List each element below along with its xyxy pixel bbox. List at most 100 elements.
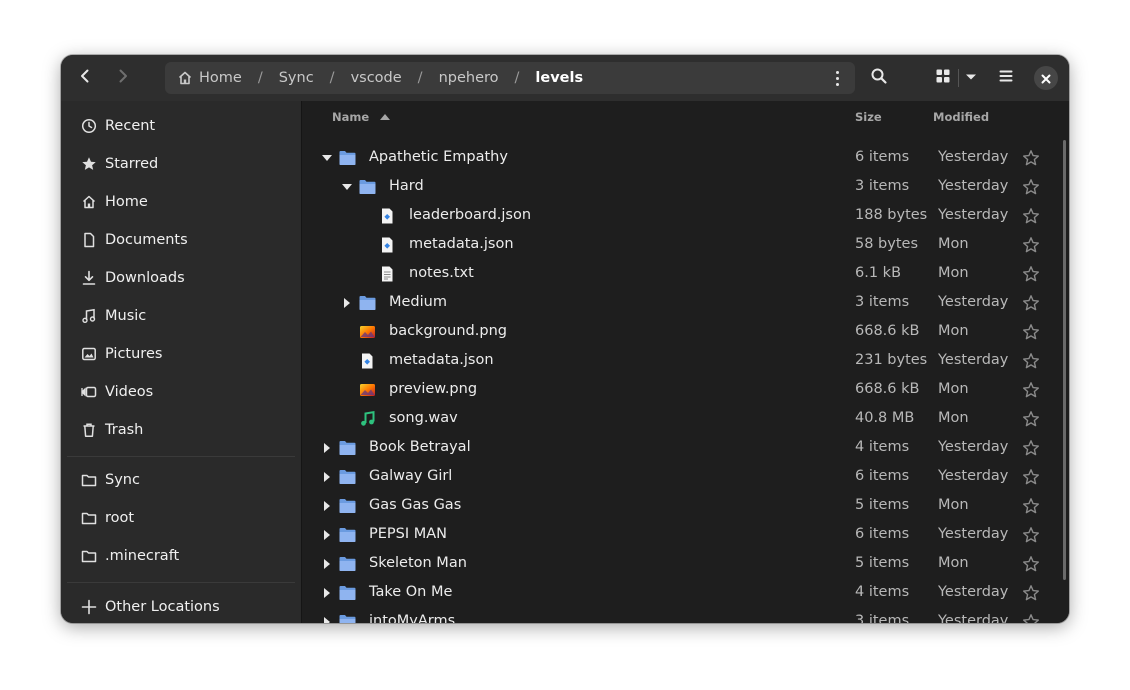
star-toggle-icon[interactable]: [1022, 555, 1040, 573]
scrollbar[interactable]: [1063, 140, 1066, 580]
expander-closed-icon[interactable]: [321, 616, 333, 623]
folder-icon: [339, 469, 356, 485]
sidebar-item-music[interactable]: Music: [61, 297, 301, 335]
file-row[interactable]: metadata.json 231 bytes Yesterday: [302, 347, 1062, 376]
path-menu-button[interactable]: [827, 68, 847, 88]
sidebar-item-minecraft[interactable]: .minecraft: [61, 537, 301, 575]
star-toggle-icon[interactable]: [1022, 149, 1040, 167]
sidebar-item-starred[interactable]: Starred: [61, 145, 301, 183]
file-row[interactable]: metadata.json 58 bytes Mon: [302, 231, 1062, 260]
column-header-size[interactable]: Size: [855, 110, 882, 124]
sidebar-item-trash[interactable]: Trash: [61, 411, 301, 449]
grid-view-button[interactable]: [928, 63, 958, 93]
column-header-modified[interactable]: Modified: [933, 110, 989, 124]
star-toggle-icon[interactable]: [1022, 526, 1040, 544]
expander-closed-icon[interactable]: [321, 529, 333, 541]
main-menu-button[interactable]: [991, 63, 1021, 93]
expander-open-icon[interactable]: [341, 181, 353, 193]
file-size: 5 items: [855, 555, 910, 571]
star-toggle-icon[interactable]: [1022, 468, 1040, 486]
file-row[interactable]: preview.png 668.6 kB Mon: [302, 376, 1062, 405]
expander-closed-icon[interactable]: [321, 500, 333, 512]
expander-closed-icon[interactable]: [321, 471, 333, 483]
sidebar-item-label: Starred: [105, 156, 159, 172]
star-toggle-icon[interactable]: [1022, 497, 1040, 515]
file-size: 668.6 kB: [855, 381, 920, 397]
folder-icon: [339, 440, 356, 456]
document-icon: [81, 232, 97, 248]
file-name: Galway Girl: [369, 468, 453, 484]
folder-row[interactable]: Skeleton Man 5 items Mon: [302, 550, 1062, 579]
file-row[interactable]: background.png 668.6 kB Mon: [302, 318, 1062, 347]
star-toggle-icon[interactable]: [1022, 265, 1040, 283]
folder-row[interactable]: intoMyArms 3 items Yesterday: [302, 608, 1062, 623]
star-toggle-icon[interactable]: [1022, 323, 1040, 341]
sidebar-item-root[interactable]: root: [61, 499, 301, 537]
sidebar-item-downloads[interactable]: Downloads: [61, 259, 301, 297]
star-toggle-icon[interactable]: [1022, 207, 1040, 225]
file-modified: Mon: [938, 265, 969, 281]
file-modified: Yesterday: [938, 468, 1009, 484]
file-name: leaderboard.json: [409, 207, 532, 223]
star-toggle-icon[interactable]: [1022, 410, 1040, 428]
folder-row[interactable]: Hard 3 items Yesterday: [302, 173, 1062, 202]
back-button[interactable]: [70, 63, 100, 93]
folder-row[interactable]: Gas Gas Gas 5 items Mon: [302, 492, 1062, 521]
breadcrumb-home[interactable]: Home: [165, 70, 250, 86]
file-row[interactable]: notes.txt 6.1 kB Mon: [302, 260, 1062, 289]
sidebar-item-label: .minecraft: [105, 548, 180, 564]
sidebar-item-videos[interactable]: Videos: [61, 373, 301, 411]
folder-row[interactable]: Book Betrayal 4 items Yesterday: [302, 434, 1062, 463]
expander-closed-icon[interactable]: [321, 587, 333, 599]
expander-closed-icon[interactable]: [321, 558, 333, 570]
star-toggle-icon[interactable]: [1022, 439, 1040, 457]
breadcrumb-vscode[interactable]: vscode: [343, 70, 410, 86]
file-size: 3 items: [855, 294, 910, 310]
sidebar-item-recent[interactable]: Recent: [61, 107, 301, 145]
star-icon: [81, 156, 97, 172]
file-modified: Mon: [938, 381, 969, 397]
star-toggle-icon[interactable]: [1022, 381, 1040, 399]
sidebar-item-sync[interactable]: Sync: [61, 461, 301, 499]
star-toggle-icon[interactable]: [1022, 294, 1040, 312]
folder-row[interactable]: Take On Me 4 items Yesterday: [302, 579, 1062, 608]
file-name: Take On Me: [369, 584, 453, 600]
plus-icon: [81, 599, 97, 615]
breadcrumb-levels[interactable]: levels: [527, 70, 591, 86]
sidebar-item-other-locations[interactable]: Other Locations: [61, 588, 301, 623]
folder-row[interactable]: PEPSI MAN 6 items Yesterday: [302, 521, 1062, 550]
folder-row[interactable]: Medium 3 items Yesterday: [302, 289, 1062, 318]
folder-row[interactable]: Galway Girl 6 items Yesterday: [302, 463, 1062, 492]
star-toggle-icon[interactable]: [1022, 613, 1040, 623]
kebab-dot-icon: [835, 76, 839, 80]
star-toggle-icon[interactable]: [1022, 584, 1040, 602]
expander-closed-icon[interactable]: [321, 442, 333, 454]
folder-row[interactable]: Apathetic Empathy 6 items Yesterday: [302, 144, 1062, 173]
star-toggle-icon[interactable]: [1022, 236, 1040, 254]
file-row[interactable]: song.wav 40.8 MB Mon: [302, 405, 1062, 434]
expander-open-icon[interactable]: [321, 152, 333, 164]
sidebar-item-documents[interactable]: Documents: [61, 221, 301, 259]
path-bar: Home / Sync / vscode / npehero / levels: [165, 62, 855, 94]
sidebar-item-home[interactable]: Home: [61, 183, 301, 221]
star-toggle-icon[interactable]: [1022, 178, 1040, 196]
clock-icon: [81, 118, 97, 134]
search-button[interactable]: [864, 63, 894, 93]
expander-closed-icon[interactable]: [341, 297, 353, 309]
json-file-icon: [359, 353, 376, 369]
forward-button[interactable]: [108, 63, 138, 93]
sidebar-item-pictures[interactable]: Pictures: [61, 335, 301, 373]
breadcrumb-sync[interactable]: Sync: [271, 70, 322, 86]
picture-icon: [81, 346, 97, 362]
file-size: 4 items: [855, 584, 910, 600]
column-header-name[interactable]: Name: [332, 110, 391, 125]
breadcrumb-label: npehero: [438, 70, 499, 86]
star-toggle-icon[interactable]: [1022, 352, 1040, 370]
file-row[interactable]: leaderboard.json 188 bytes Yesterday: [302, 202, 1062, 231]
file-name: intoMyArms: [369, 613, 456, 623]
view-options-button[interactable]: [956, 63, 986, 93]
close-button[interactable]: [1034, 66, 1058, 90]
breadcrumb-npehero[interactable]: npehero: [431, 70, 507, 86]
sidebar-item-label: Videos: [105, 384, 154, 400]
file-size: 6.1 kB: [855, 265, 902, 281]
